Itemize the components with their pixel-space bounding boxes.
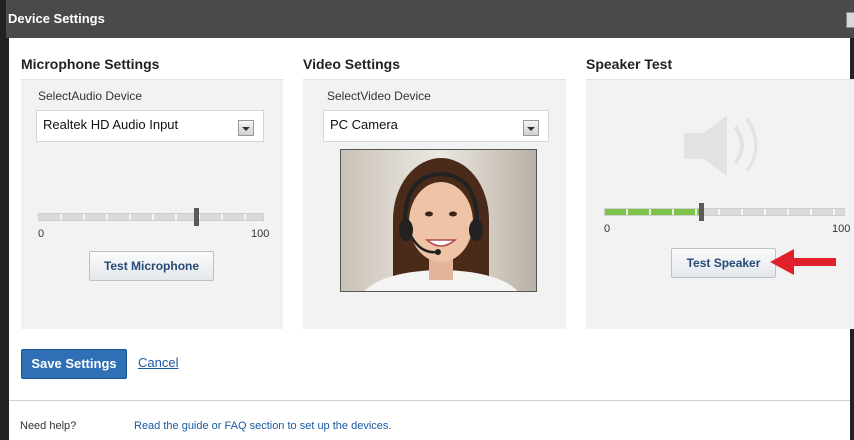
microphone-level-slider[interactable] <box>38 208 264 226</box>
microphone-slider-max: 100 <box>251 228 270 240</box>
video-preview <box>340 149 537 292</box>
annotation-arrow-icon <box>770 249 836 275</box>
help-question: Need help? <box>20 420 77 432</box>
dialog-frame-left <box>0 38 9 440</box>
microphone-section-title: Microphone Settings <box>21 56 160 72</box>
audio-device-label: SelectAudio Device <box>38 89 143 103</box>
dialog-title-bar: Device Settings <box>0 0 854 38</box>
dropdown-arrow-icon[interactable] <box>523 120 539 136</box>
test-speaker-button[interactable]: Test Speaker <box>671 248 776 278</box>
video-device-select[interactable]: PC Camera <box>323 110 549 142</box>
microphone-slider-min: 0 <box>38 228 45 240</box>
speaker-slider-thumb[interactable] <box>698 203 704 221</box>
dialog-title: Device Settings <box>8 11 105 26</box>
save-settings-button[interactable]: Save Settings <box>21 349 127 379</box>
microphone-slider-thumb[interactable] <box>193 208 199 226</box>
speaker-slider-max: 100 <box>832 223 851 235</box>
speaker-volume-slider[interactable] <box>604 203 845 221</box>
video-section-title: Video Settings <box>303 56 400 72</box>
speaker-section-title: Speaker Test <box>586 56 673 72</box>
footer-divider <box>9 400 850 401</box>
help-guide-link[interactable]: Read the guide or FAQ section to set up … <box>134 420 391 432</box>
cancel-link[interactable]: Cancel <box>138 355 178 370</box>
speaker-slider-min: 0 <box>604 223 611 235</box>
dropdown-arrow-icon[interactable] <box>238 120 254 136</box>
speaker-icon <box>684 115 758 176</box>
webcam-person-image <box>341 150 536 291</box>
video-device-label: SelectVideo Device <box>327 89 431 103</box>
audio-device-value: Realtek HD Audio Input <box>43 117 179 132</box>
speaker-volume-fill <box>605 209 701 215</box>
video-device-value: PC Camera <box>330 117 398 132</box>
close-icon[interactable] <box>846 12 854 28</box>
audio-device-select[interactable]: Realtek HD Audio Input <box>36 110 264 142</box>
test-microphone-button[interactable]: Test Microphone <box>89 251 214 281</box>
